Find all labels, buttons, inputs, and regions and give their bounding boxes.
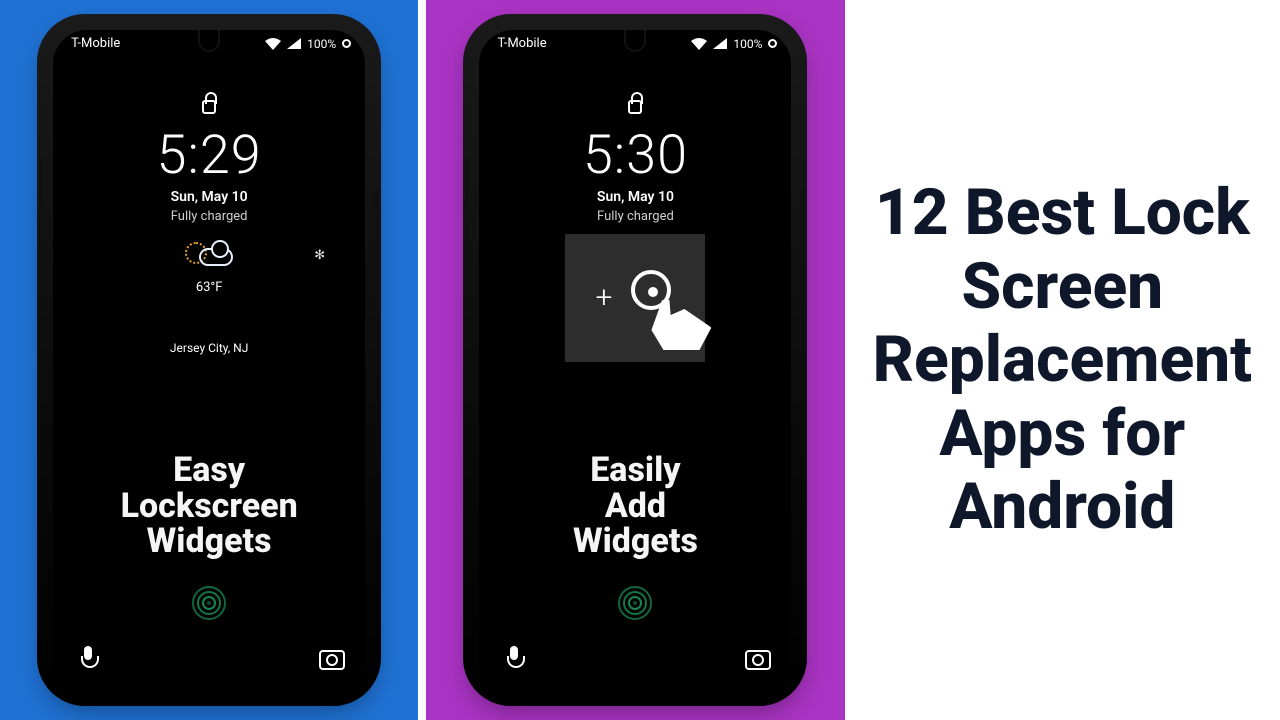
promo-line: Easy — [53, 453, 365, 489]
phone-mockup-2: T-Mobile 100% 5:30 Sun, May 10 Fully cha… — [469, 20, 801, 700]
battery-label: 100% — [307, 37, 336, 51]
status-bar: T-Mobile 100% — [497, 36, 777, 51]
lockscreen-shortcuts — [77, 646, 341, 668]
camera-icon[interactable] — [319, 646, 341, 668]
panel-left: T-Mobile 100% 5:29 Sun, May 10 Fully cha… — [0, 0, 418, 720]
status-right: 100% — [265, 37, 351, 51]
promo-line: Add — [479, 489, 791, 525]
hand-pointer-icon — [651, 300, 711, 350]
camera-icon[interactable] — [745, 646, 767, 668]
power-button — [375, 190, 379, 266]
phone-mockup-1: T-Mobile 100% 5:29 Sun, May 10 Fully cha… — [43, 20, 375, 700]
temperature-label: 63°F — [53, 280, 365, 295]
battery-icon — [342, 39, 351, 48]
status-bar: T-Mobile 100% — [71, 36, 351, 51]
clock-date: Sun, May 10 — [479, 189, 791, 205]
promo-line: Easily — [479, 453, 791, 489]
volume-down-button — [39, 220, 43, 266]
fingerprint-icon[interactable] — [192, 586, 226, 620]
promo-line: Lockscreen — [53, 489, 365, 525]
wifi-icon — [265, 38, 281, 50]
lock-icon — [628, 100, 642, 114]
clock-date: Sun, May 10 — [53, 189, 365, 205]
panel-right: 12 Best Lock Screen Replacement Apps for… — [845, 0, 1280, 720]
carrier-label: T-Mobile — [497, 36, 546, 51]
plus-icon: + — [595, 280, 612, 315]
volume-down-button — [465, 220, 469, 266]
location-label: Jersey City, NJ — [53, 341, 365, 355]
battery-label: 100% — [733, 37, 762, 51]
volume-up-button — [39, 160, 43, 206]
article-title: 12 Best Lock Screen Replacement Apps for… — [845, 176, 1280, 544]
power-button — [801, 190, 805, 266]
volume-up-button — [465, 160, 469, 206]
gear-icon[interactable]: ✻ — [314, 248, 325, 263]
charge-status: Fully charged — [53, 209, 365, 224]
carrier-label: T-Mobile — [71, 36, 120, 51]
clock-time: 5:29 — [53, 124, 365, 187]
weather-widget[interactable]: ✻ 63°F Jersey City, NJ — [53, 242, 365, 355]
phone-screen-2: T-Mobile 100% 5:30 Sun, May 10 Fully cha… — [479, 30, 791, 690]
lockscreen-center: 5:30 Sun, May 10 Fully charged + — [479, 100, 791, 362]
lockscreen-center: 5:29 Sun, May 10 Fully charged ✻ 63°F Je… — [53, 100, 365, 355]
add-widget-tile[interactable]: + — [565, 234, 705, 362]
promo-caption-1: Easy Lockscreen Widgets — [53, 453, 365, 560]
wifi-icon — [691, 38, 707, 50]
promo-caption-2: Easily Add Widgets — [479, 453, 791, 560]
clock-time: 5:30 — [479, 124, 791, 187]
mic-icon[interactable] — [503, 646, 525, 668]
battery-icon — [768, 39, 777, 48]
lock-icon — [202, 100, 216, 114]
mic-icon[interactable] — [77, 646, 99, 668]
phone-screen-1: T-Mobile 100% 5:29 Sun, May 10 Fully cha… — [53, 30, 365, 690]
lockscreen-shortcuts — [503, 646, 767, 668]
cloud-icon — [199, 248, 233, 266]
panel-mid: T-Mobile 100% 5:30 Sun, May 10 Fully cha… — [426, 0, 844, 720]
charge-status: Fully charged — [479, 209, 791, 224]
status-right: 100% — [691, 37, 777, 51]
promo-line: Widgets — [479, 524, 791, 560]
signal-icon — [713, 38, 727, 49]
stage: T-Mobile 100% 5:29 Sun, May 10 Fully cha… — [0, 0, 1280, 720]
promo-line: Widgets — [53, 524, 365, 560]
fingerprint-icon[interactable] — [618, 586, 652, 620]
signal-icon — [287, 38, 301, 49]
